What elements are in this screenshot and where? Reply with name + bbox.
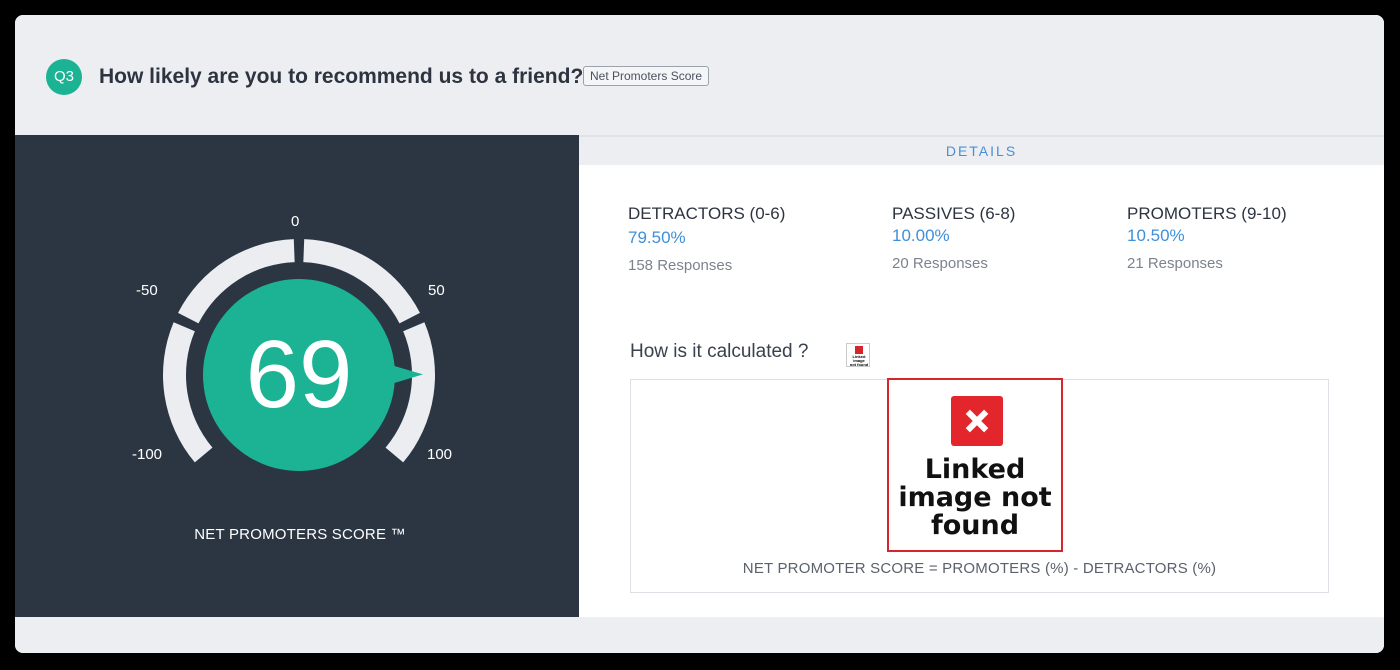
calculation-box: Linked image not found NET PROMOTER SCOR… xyxy=(630,378,1329,593)
stat-percent: 10.50% xyxy=(1127,226,1185,245)
tick-label-100: 100 xyxy=(427,446,453,463)
nps-formula: NET PROMOTER SCORE = PROMOTERS (%) - DET… xyxy=(742,560,1217,577)
broken-image-icon: Linked image not found xyxy=(846,343,870,367)
question-title: How likely are you to recommend us to a … xyxy=(99,65,584,88)
card-footer xyxy=(15,617,1384,653)
stat-label: DETRACTORS (0-6) xyxy=(628,204,786,223)
broken-image-x-icon xyxy=(951,396,1003,446)
stat-detractors: DETRACTORS (0-6) 79.50% 158 Responses xyxy=(628,203,785,276)
score-value: 69 xyxy=(245,321,353,428)
stat-responses: 21 Responses xyxy=(1127,255,1223,272)
question-number-badge: Q3 xyxy=(46,59,82,95)
stat-percent: 79.50% xyxy=(628,228,686,247)
broken-image-text: Linked image not found xyxy=(898,454,1052,541)
tick-label-50: 50 xyxy=(428,282,445,299)
details-header[interactable]: DETAILS xyxy=(579,135,1384,165)
stat-responses: 158 Responses xyxy=(628,257,733,274)
gauge-caption: NET PROMOTERS SCORE ™ xyxy=(194,526,406,543)
nps-question-card: Q3 How likely are you to recommend us to… xyxy=(15,15,1384,653)
tick-label-neg50: -50 xyxy=(136,282,158,299)
broken-image-placeholder: Linked image not found xyxy=(887,378,1063,552)
details-panel: DETAILS DETRACTORS (0-6) 79.50% 158 Resp… xyxy=(579,135,1384,617)
stat-passives: PASSIVES (6-8) 10.00% 20 Responses xyxy=(892,203,1015,274)
question-type-tag[interactable]: Net Promoters Score xyxy=(583,66,710,86)
question-header: Q3 How likely are you to recommend us to… xyxy=(15,15,1384,135)
tick-label-neg100: -100 xyxy=(132,446,163,463)
calculation-title: How is it calculated ? xyxy=(630,341,809,362)
stat-percent: 10.00% xyxy=(892,226,950,245)
stat-label: PROMOTERS (9-10) xyxy=(1127,204,1287,223)
stat-promoters: PROMOTERS (9-10) 10.50% 21 Responses xyxy=(1127,203,1287,274)
stat-responses: 20 Responses xyxy=(892,255,988,272)
tick-label-0: 0 xyxy=(291,213,300,230)
stat-label: PASSIVES (6-8) xyxy=(892,204,1016,223)
nps-gauge-panel: 69 0 -50 50 -100 100 NET PROMOTERS SCORE… xyxy=(15,135,579,617)
